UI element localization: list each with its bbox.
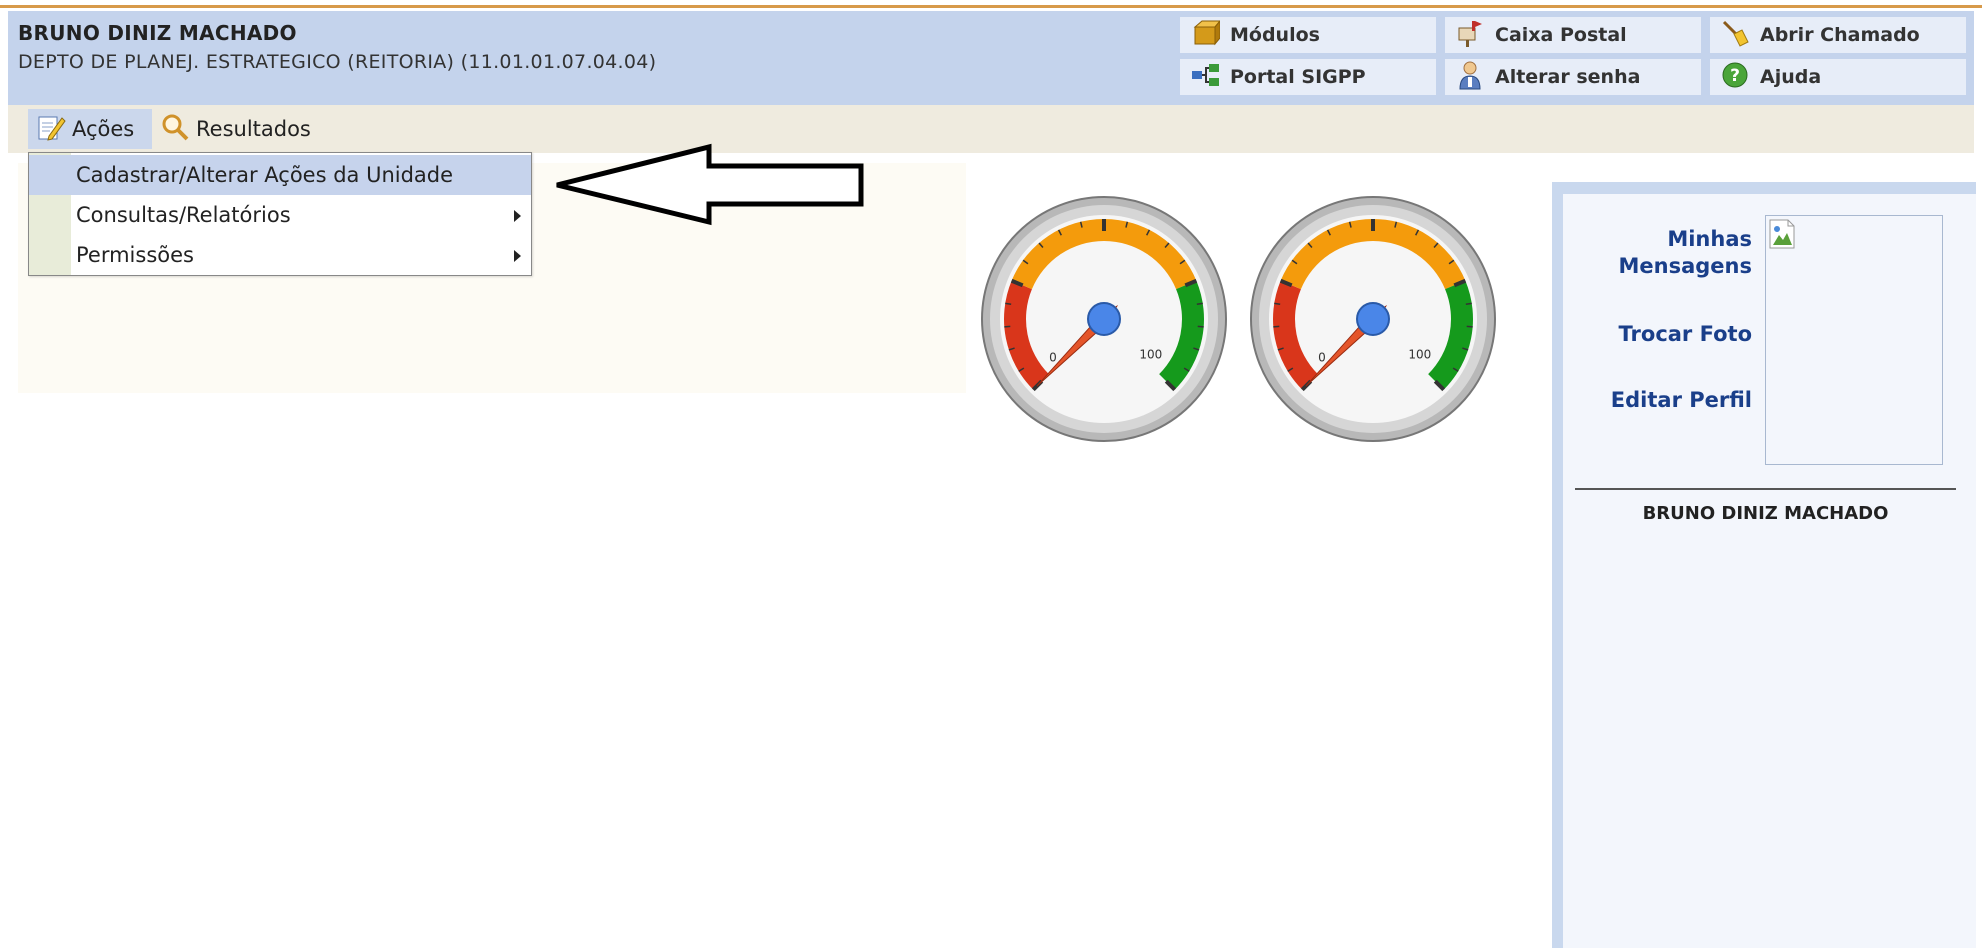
gauge-min-label: 0: [1049, 351, 1057, 365]
edit-notepad-icon: [36, 112, 66, 147]
sidebar-user-name: BRUNO DINIZ MACHADO: [1642, 503, 1889, 524]
gauge-tick: [1465, 302, 1472, 306]
gauge-max-label: 100: [1408, 348, 1431, 362]
menu-item-cadastrar-alterar[interactable]: Cadastrar/Alterar Ações da Unidade: [29, 155, 531, 195]
menu-item-label: Permissões: [76, 243, 194, 267]
user-key-icon: [1455, 60, 1485, 95]
help-button[interactable]: ? Ajuda: [1710, 59, 1966, 95]
open-ticket-label: Abrir Chamado: [1760, 24, 1920, 46]
portal-sigpp-label: Portal SIGPP: [1230, 66, 1366, 88]
open-ticket-button[interactable]: Abrir Chamado: [1710, 17, 1966, 53]
tab-resultados-label: Resultados: [196, 117, 311, 141]
broken-image-icon: [1769, 219, 1795, 249]
mailbox-label: Caixa Postal: [1495, 24, 1627, 46]
menu-item-permissoes[interactable]: Permissões: [29, 235, 531, 275]
gauge-tick: [1005, 302, 1012, 306]
gauge-min-label: 0: [1318, 351, 1326, 365]
mailbox-icon: [1455, 18, 1485, 53]
modules-button[interactable]: Módulos: [1180, 17, 1436, 53]
help-icon: ?: [1720, 60, 1750, 95]
tab-acoes[interactable]: Ações: [28, 109, 152, 149]
top-accent-line: [0, 0, 1982, 8]
acoes-dropdown-menu: Cadastrar/Alterar Ações da Unidade Consu…: [28, 152, 532, 276]
menu-item-consultas-relatorios[interactable]: Consultas/Relatórios: [29, 195, 531, 235]
gauge-left: 0 100: [981, 196, 1227, 442]
broom-icon: [1720, 18, 1750, 53]
menu-item-label: Cadastrar/Alterar Ações da Unidade: [76, 163, 454, 187]
modules-box-icon: [1190, 18, 1222, 53]
svg-text:?: ?: [1730, 66, 1740, 86]
link-minhas-mensagens[interactable]: Minhas Mensagens: [1572, 226, 1753, 280]
mailbox-button[interactable]: Caixa Postal: [1445, 17, 1701, 53]
submenu-arrow-icon: [514, 210, 521, 222]
help-label: Ajuda: [1760, 66, 1822, 88]
network-icon: [1190, 60, 1220, 95]
gauge-tick: [1274, 302, 1281, 306]
gauge-right: 0 100: [1250, 196, 1496, 442]
magnifier-icon: [160, 112, 190, 147]
change-password-label: Alterar senha: [1495, 66, 1641, 88]
gauge-needle-hub: [1356, 302, 1390, 336]
gauge-tick: [1196, 302, 1203, 306]
link-editar-perfil[interactable]: Editar Perfil: [1572, 387, 1752, 414]
tab-acoes-label: Ações: [72, 117, 135, 141]
gauge-needle-hub: [1087, 302, 1121, 336]
portal-sigpp-button[interactable]: Portal SIGPP: [1180, 59, 1436, 95]
gauge-max-label: 100: [1139, 348, 1162, 362]
header-unit-name: DEPTO DE PLANEJ. ESTRATEGICO (REITORIA) …: [18, 51, 657, 73]
submenu-arrow-icon: [514, 250, 521, 262]
annotation-arrow-icon: [556, 143, 864, 226]
sidebar-divider: [1575, 488, 1956, 490]
header-user-name: BRUNO DINIZ MACHADO: [18, 21, 297, 45]
change-password-button[interactable]: Alterar senha: [1445, 59, 1701, 95]
modules-label: Módulos: [1230, 24, 1320, 46]
profile-photo: [1765, 215, 1943, 465]
menu-item-label: Consultas/Relatórios: [76, 203, 291, 227]
tab-resultados[interactable]: Resultados: [152, 109, 319, 149]
link-trocar-foto[interactable]: Trocar Foto: [1572, 321, 1752, 348]
